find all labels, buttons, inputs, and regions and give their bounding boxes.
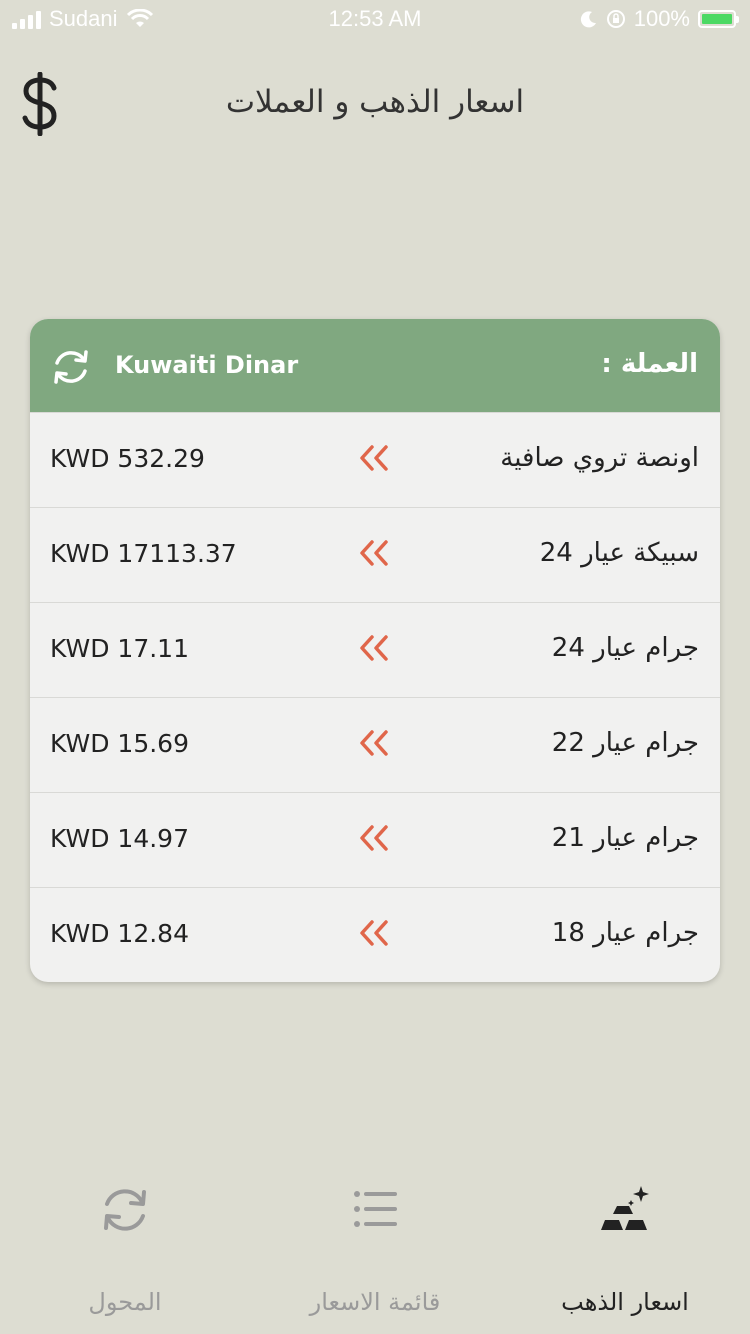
tab-label: المحول <box>88 1288 162 1316</box>
battery-percent: 100% <box>633 6 690 31</box>
tab-converter[interactable]: المحول <box>0 1170 250 1334</box>
item-name: جرام عيار 22 <box>551 728 699 758</box>
tab-bar: المحول قائمة الاسعار اسعار الذهب <box>0 1170 750 1334</box>
price-row: KWD 532.29 اونصة تروي صافية <box>30 412 720 507</box>
app-header: اسعار الذهب و العملات <box>0 60 750 150</box>
price-value: KWD 17.11 <box>50 634 189 663</box>
gold-bars-icon <box>601 1186 649 1230</box>
price-card: Kuwaiti Dinar العملة : KWD 532.29 اونصة … <box>30 319 720 982</box>
price-row: KWD 17113.37 سبيكة عيار 24 <box>30 507 720 602</box>
currency-label: العملة : <box>601 349 698 379</box>
price-value: KWD 15.69 <box>50 729 189 758</box>
moon-icon <box>580 11 596 28</box>
battery-icon <box>698 10 739 28</box>
price-value: KWD 12.84 <box>50 919 189 948</box>
currency-name[interactable]: Kuwaiti Dinar <box>115 351 298 379</box>
double-chevron-left-icon <box>360 730 388 756</box>
price-row: KWD 14.97 جرام عيار 21 <box>30 792 720 887</box>
rotation-lock-icon <box>606 10 625 28</box>
double-chevron-left-icon <box>360 825 388 851</box>
page-title: اسعار الذهب و العملات <box>225 84 525 120</box>
list-icon <box>354 1191 397 1227</box>
item-name: اونصة تروي صافية <box>500 443 699 473</box>
card-header: Kuwaiti Dinar العملة : <box>30 319 720 412</box>
item-name: سبيكة عيار 24 <box>539 538 699 568</box>
tab-label: قائمة الاسعار <box>309 1288 441 1316</box>
price-value: KWD 17113.37 <box>50 539 237 568</box>
double-chevron-left-icon <box>360 540 388 566</box>
tab-gold-prices[interactable]: اسعار الذهب <box>500 1170 750 1334</box>
item-name: جرام عيار 21 <box>551 823 699 853</box>
double-chevron-left-icon <box>360 635 388 661</box>
refresh-icon[interactable] <box>50 346 92 388</box>
price-row: KWD 12.84 جرام عيار 18 <box>30 887 720 982</box>
price-row: KWD 15.69 جرام عيار 22 <box>30 697 720 792</box>
price-value: KWD 532.29 <box>50 444 205 473</box>
price-value: KWD 14.97 <box>50 824 189 853</box>
item-name: جرام عيار 18 <box>551 918 699 948</box>
status-bar: Sudani 12:53 AM 100% <box>0 0 750 40</box>
status-right: 100% <box>580 6 739 32</box>
price-row: KWD 17.11 جرام عيار 24 <box>30 602 720 697</box>
double-chevron-left-icon <box>360 445 388 471</box>
tab-label: اسعار الذهب <box>561 1288 689 1316</box>
item-name: جرام عيار 24 <box>551 633 699 663</box>
double-chevron-left-icon <box>360 920 388 946</box>
sync-icon <box>104 1189 146 1231</box>
price-list: KWD 532.29 اونصة تروي صافية KWD 17113.37… <box>30 412 720 982</box>
tab-price-list[interactable]: قائمة الاسعار <box>250 1170 500 1334</box>
